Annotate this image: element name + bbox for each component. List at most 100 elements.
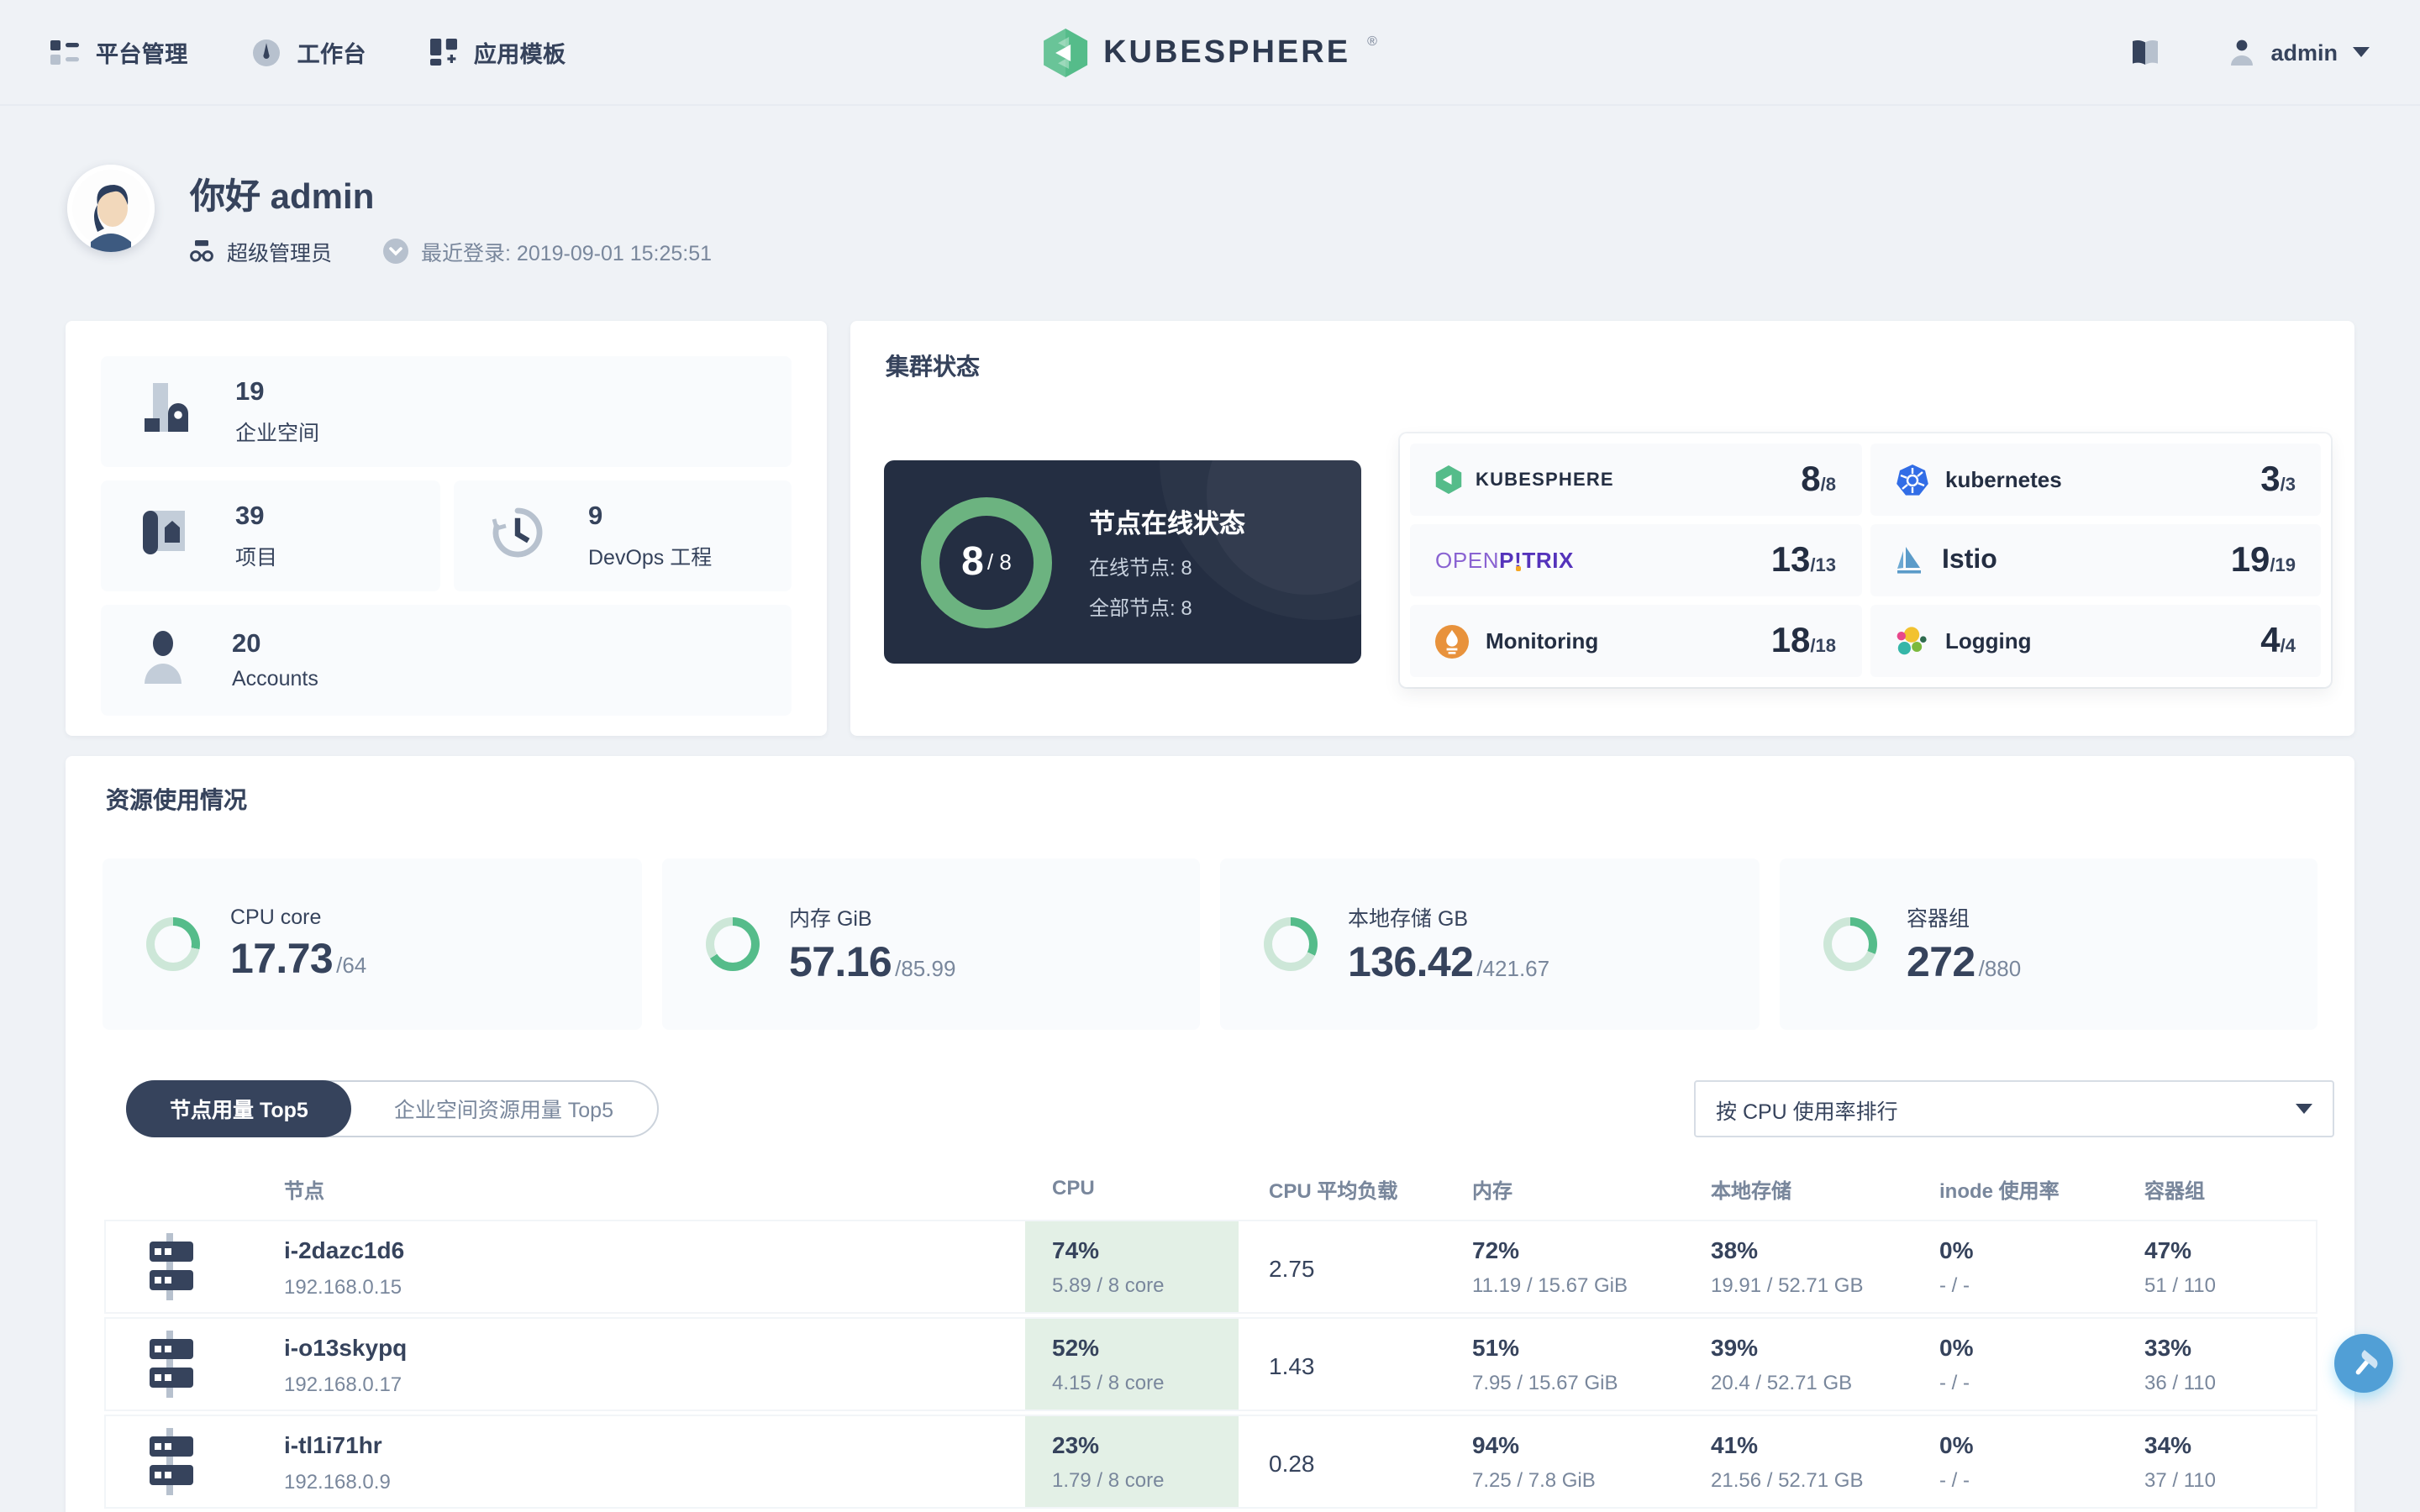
col-memory: 内存: [1472, 1179, 1513, 1203]
role-badge-icon: [190, 240, 213, 262]
component-count: 4: [2260, 621, 2281, 659]
col-pods: 容器组: [2144, 1179, 2206, 1203]
table-header: 节点 CPU CPU 平均负载 内存 本地存储 inode 使用率 容器组: [106, 1176, 2316, 1213]
top-nav-bar: 平台管理 工作台 应用模板 KUBESPHERE ® admin: [0, 0, 2420, 106]
node-status-donut: 8 / 8: [921, 496, 1052, 627]
tab-node-usage-top5[interactable]: 节点用量 Top5: [126, 1079, 352, 1137]
nav-item-app-templates[interactable]: 应用模板: [429, 35, 566, 69]
resource-label: 内存 GiB: [789, 907, 872, 931]
col-inode: inode 使用率: [1939, 1179, 2060, 1203]
node-total-line: 全部节点: 8: [1089, 596, 1192, 619]
resource-cpu[interactable]: CPU core 17.73/64: [103, 858, 641, 1030]
col-storage: 本地存储: [1711, 1179, 1792, 1203]
component-name: Logging: [1945, 628, 2032, 654]
stat-label: 项目: [235, 545, 278, 569]
resource-memory[interactable]: 内存 GiB 57.16/85.99: [661, 858, 1200, 1030]
hammer-icon: [2347, 1347, 2381, 1380]
table-row[interactable]: i-o13skypq 192.168.0.17 52% 4.15 / 8 core …: [106, 1319, 2316, 1410]
cpu-usage-donut: [146, 917, 200, 971]
nav-item-platform[interactable]: 平台管理: [50, 35, 188, 69]
chevron-down-icon: [2353, 47, 2370, 57]
memory-percent: 94%: [1472, 1431, 1520, 1458]
component-name: KUBESPHERE: [1476, 470, 1614, 490]
istio-logo-icon: [1895, 545, 1925, 575]
node-name: i-2dazc1d6: [284, 1236, 405, 1263]
project-icon: [138, 505, 192, 567]
sort-by-select[interactable]: 按 CPU 使用率排行: [1694, 1080, 2334, 1137]
toolbox-fab-button[interactable]: [2334, 1334, 2393, 1393]
resource-total: /880: [1978, 956, 2022, 981]
nav-right: admin: [2129, 38, 2370, 66]
user-role: 超级管理员: [227, 242, 333, 265]
cpu-percent: 74%: [1052, 1236, 1100, 1263]
node-table: i-2dazc1d6 192.168.0.15 74% 5.89 / 8 core …: [106, 1221, 2316, 1512]
table-row[interactable]: i-2dazc1d6 192.168.0.15 74% 5.89 / 8 core …: [106, 1221, 2316, 1312]
documentation-book-icon[interactable]: [2129, 38, 2161, 66]
resource-usage-card: 资源使用情况 CPU core 17.73/64 内存 GiB 57.16/85…: [66, 756, 2354, 1512]
stat-devops[interactable]: 9 DevOps 工程: [454, 480, 792, 591]
resource-label: 本地存储 GB: [1348, 907, 1469, 931]
node-online-status-card[interactable]: 8 / 8 节点在线状态 在线节点: 8 全部节点: 8: [884, 460, 1361, 664]
last-login-text: 最近登录: 2019-09-01 15:25:51: [421, 242, 713, 265]
memory-percent: 51%: [1472, 1334, 1520, 1361]
resource-storage[interactable]: 本地存储 GB 136.42/421.67: [1220, 858, 1759, 1030]
component-name: Istio: [1942, 545, 1997, 574]
storage-percent: 38%: [1711, 1236, 1759, 1263]
pods-detail: 37 / 110: [2144, 1468, 2216, 1492]
stat-label: Accounts: [232, 667, 318, 690]
node-online-count: 8: [961, 538, 984, 584]
logging-logo-icon: [1895, 624, 1928, 658]
select-caret-icon: [2296, 1104, 2312, 1114]
username: admin: [2270, 39, 2338, 65]
devops-clock-icon: [491, 505, 544, 567]
component-kubesphere[interactable]: KUBESPHERE 8/8: [1410, 444, 1861, 516]
component-kubernetes[interactable]: kubernetes 3/3: [1870, 444, 2321, 516]
kubesphere-logo[interactable]: KUBESPHERE ®: [1043, 0, 1377, 106]
component-openpitrix[interactable]: OPENP! TRIX 13/13: [1410, 524, 1861, 596]
last-login-clock-icon: [382, 239, 408, 264]
stat-accounts[interactable]: 20 Accounts: [101, 605, 792, 716]
sort-by-value: 按 CPU 使用率排行: [1716, 1100, 1898, 1123]
tab-workspace-usage-top5[interactable]: 企业空间资源用量 Top5: [350, 1079, 657, 1137]
monitoring-prometheus-icon: [1435, 624, 1469, 658]
nav-item-label: 应用模板: [473, 42, 566, 67]
component-logging[interactable]: Logging 4/4: [1870, 605, 2321, 677]
storage-detail: 19.91 / 52.71 GB: [1711, 1273, 1864, 1297]
storage-percent: 41%: [1711, 1431, 1759, 1458]
node-status-title: 节点在线状态: [1089, 510, 1246, 538]
storage-usage-donut: [1264, 917, 1318, 971]
node-ip: 192.168.0.9: [284, 1470, 391, 1494]
server-icon: [150, 1233, 207, 1309]
resource-tiles: CPU core 17.73/64 内存 GiB 57.16/85.99 本地存…: [103, 858, 2317, 1030]
stat-projects[interactable]: 39 项目: [101, 480, 440, 591]
memory-usage-donut: [705, 917, 759, 971]
node-name: i-o13skypq: [284, 1334, 408, 1361]
inode-detail: - / -: [1939, 1273, 1970, 1297]
stat-workspaces[interactable]: 19 企业空间: [101, 356, 792, 467]
greeting-meta: 超级管理员 最近登录: 2019-09-01 15:25:51: [190, 235, 712, 267]
usage-tabs: 节点用量 Top5 企业空间资源用量 Top5: [126, 1079, 659, 1137]
inode-percent: 0%: [1939, 1431, 1974, 1458]
table-row[interactable]: i-tl1i71hr 192.168.0.9 23% 1.79 / 8 core 0…: [106, 1416, 2316, 1507]
col-cpu-load: CPU 平均负载: [1269, 1179, 1398, 1203]
resource-used: 17.73: [230, 935, 334, 982]
pods-detail: 36 / 110: [2144, 1371, 2216, 1394]
memory-detail: 7.25 / 7.8 GiB: [1472, 1468, 1596, 1492]
nav-item-workbench[interactable]: 工作台: [252, 35, 366, 69]
workbench-gauge-icon: [252, 38, 281, 66]
stat-value: 20: [232, 630, 261, 659]
resource-total: /421.67: [1476, 956, 1550, 981]
inode-percent: 0%: [1939, 1334, 1974, 1361]
component-monitoring[interactable]: Monitoring 18/18: [1410, 605, 1861, 677]
pods-detail: 51 / 110: [2144, 1273, 2216, 1297]
resource-pods[interactable]: 容器组 272/880: [1779, 858, 2317, 1030]
component-istio[interactable]: Istio 19/19: [1870, 524, 2321, 596]
avatar: [67, 165, 155, 252]
node-ip: 192.168.0.15: [284, 1275, 402, 1299]
openpitrix-logo: OPENP! TRIX: [1435, 548, 1574, 573]
resource-usage-title: 资源使用情况: [106, 786, 247, 813]
openpitrix-orange-dot: [1516, 566, 1522, 571]
dashboard-page: 平台管理 工作台 应用模板 KUBESPHERE ® admin 你好 admi…: [0, 0, 2420, 1512]
resource-total: /85.99: [895, 956, 956, 981]
user-menu[interactable]: admin: [2228, 38, 2370, 66]
